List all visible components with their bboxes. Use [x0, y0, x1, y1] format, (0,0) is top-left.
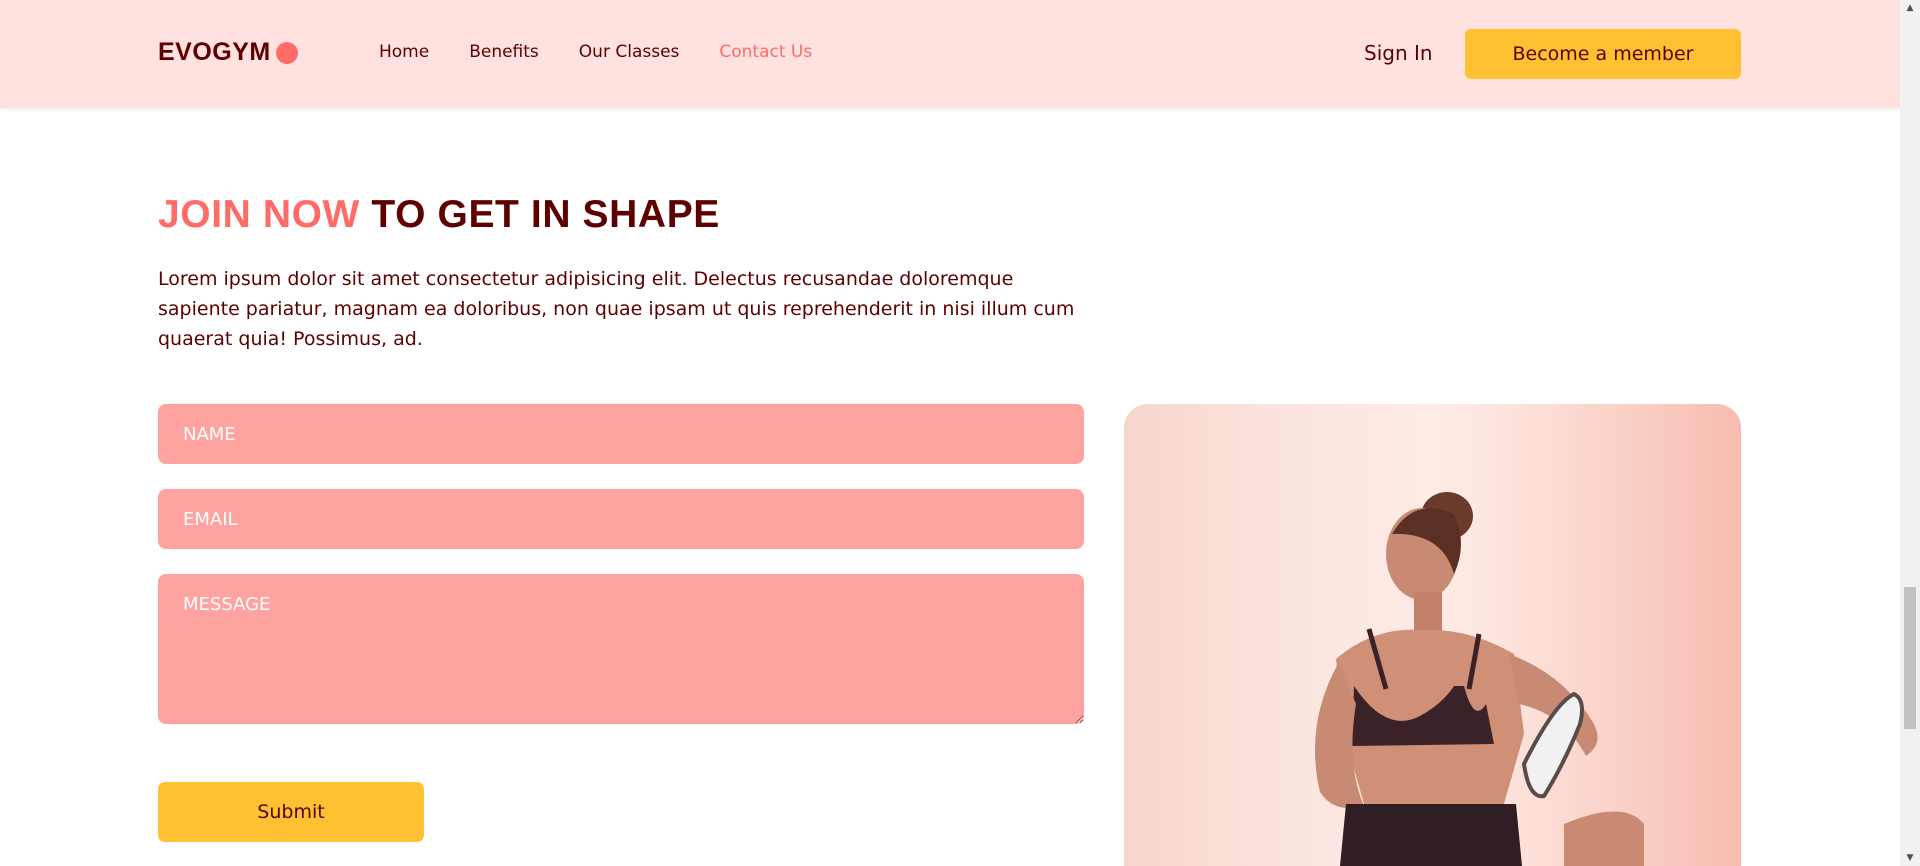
contact-photo — [1124, 404, 1741, 866]
scrollbar-thumb[interactable] — [1904, 587, 1916, 729]
nav-link-benefits[interactable]: Benefits — [469, 42, 539, 62]
become-member-button[interactable]: Become a member — [1465, 29, 1741, 79]
email-field[interactable] — [158, 489, 1084, 549]
name-field[interactable] — [158, 404, 1084, 464]
nav-link-home[interactable]: Home — [379, 42, 429, 62]
heading-rest: TO GET IN SHAPE — [359, 193, 720, 236]
logo-dot-icon — [275, 41, 298, 64]
navbar: EVOGYM Home Benefits Our Classes Contact… — [0, 0, 1900, 108]
scroll-up-arrow-icon[interactable]: ▲ — [1900, 0, 1920, 16]
logo-text: EVOGYM — [158, 38, 271, 66]
intro-text: Lorem ipsum dolor sit amet consectetur a… — [158, 268, 1075, 350]
section-heading: JOIN NOW TO GET IN SHAPE — [158, 193, 720, 237]
logo[interactable]: EVOGYM — [158, 38, 298, 67]
scroll-down-arrow-icon[interactable]: ▼ — [1900, 850, 1920, 866]
submit-button[interactable]: Submit — [158, 782, 424, 842]
message-field[interactable] — [158, 574, 1084, 724]
sign-in-link[interactable]: Sign In — [1364, 41, 1433, 65]
woman-stretching-illustration — [1124, 404, 1741, 866]
nav-link-our-classes[interactable]: Our Classes — [579, 42, 680, 62]
heading-accent: JOIN NOW — [158, 193, 360, 236]
nav-links: Home Benefits Our Classes Contact Us — [379, 42, 852, 62]
page-scrollbar[interactable]: ▲ ▼ — [1900, 0, 1920, 866]
nav-link-contact-us[interactable]: Contact Us — [719, 42, 812, 62]
